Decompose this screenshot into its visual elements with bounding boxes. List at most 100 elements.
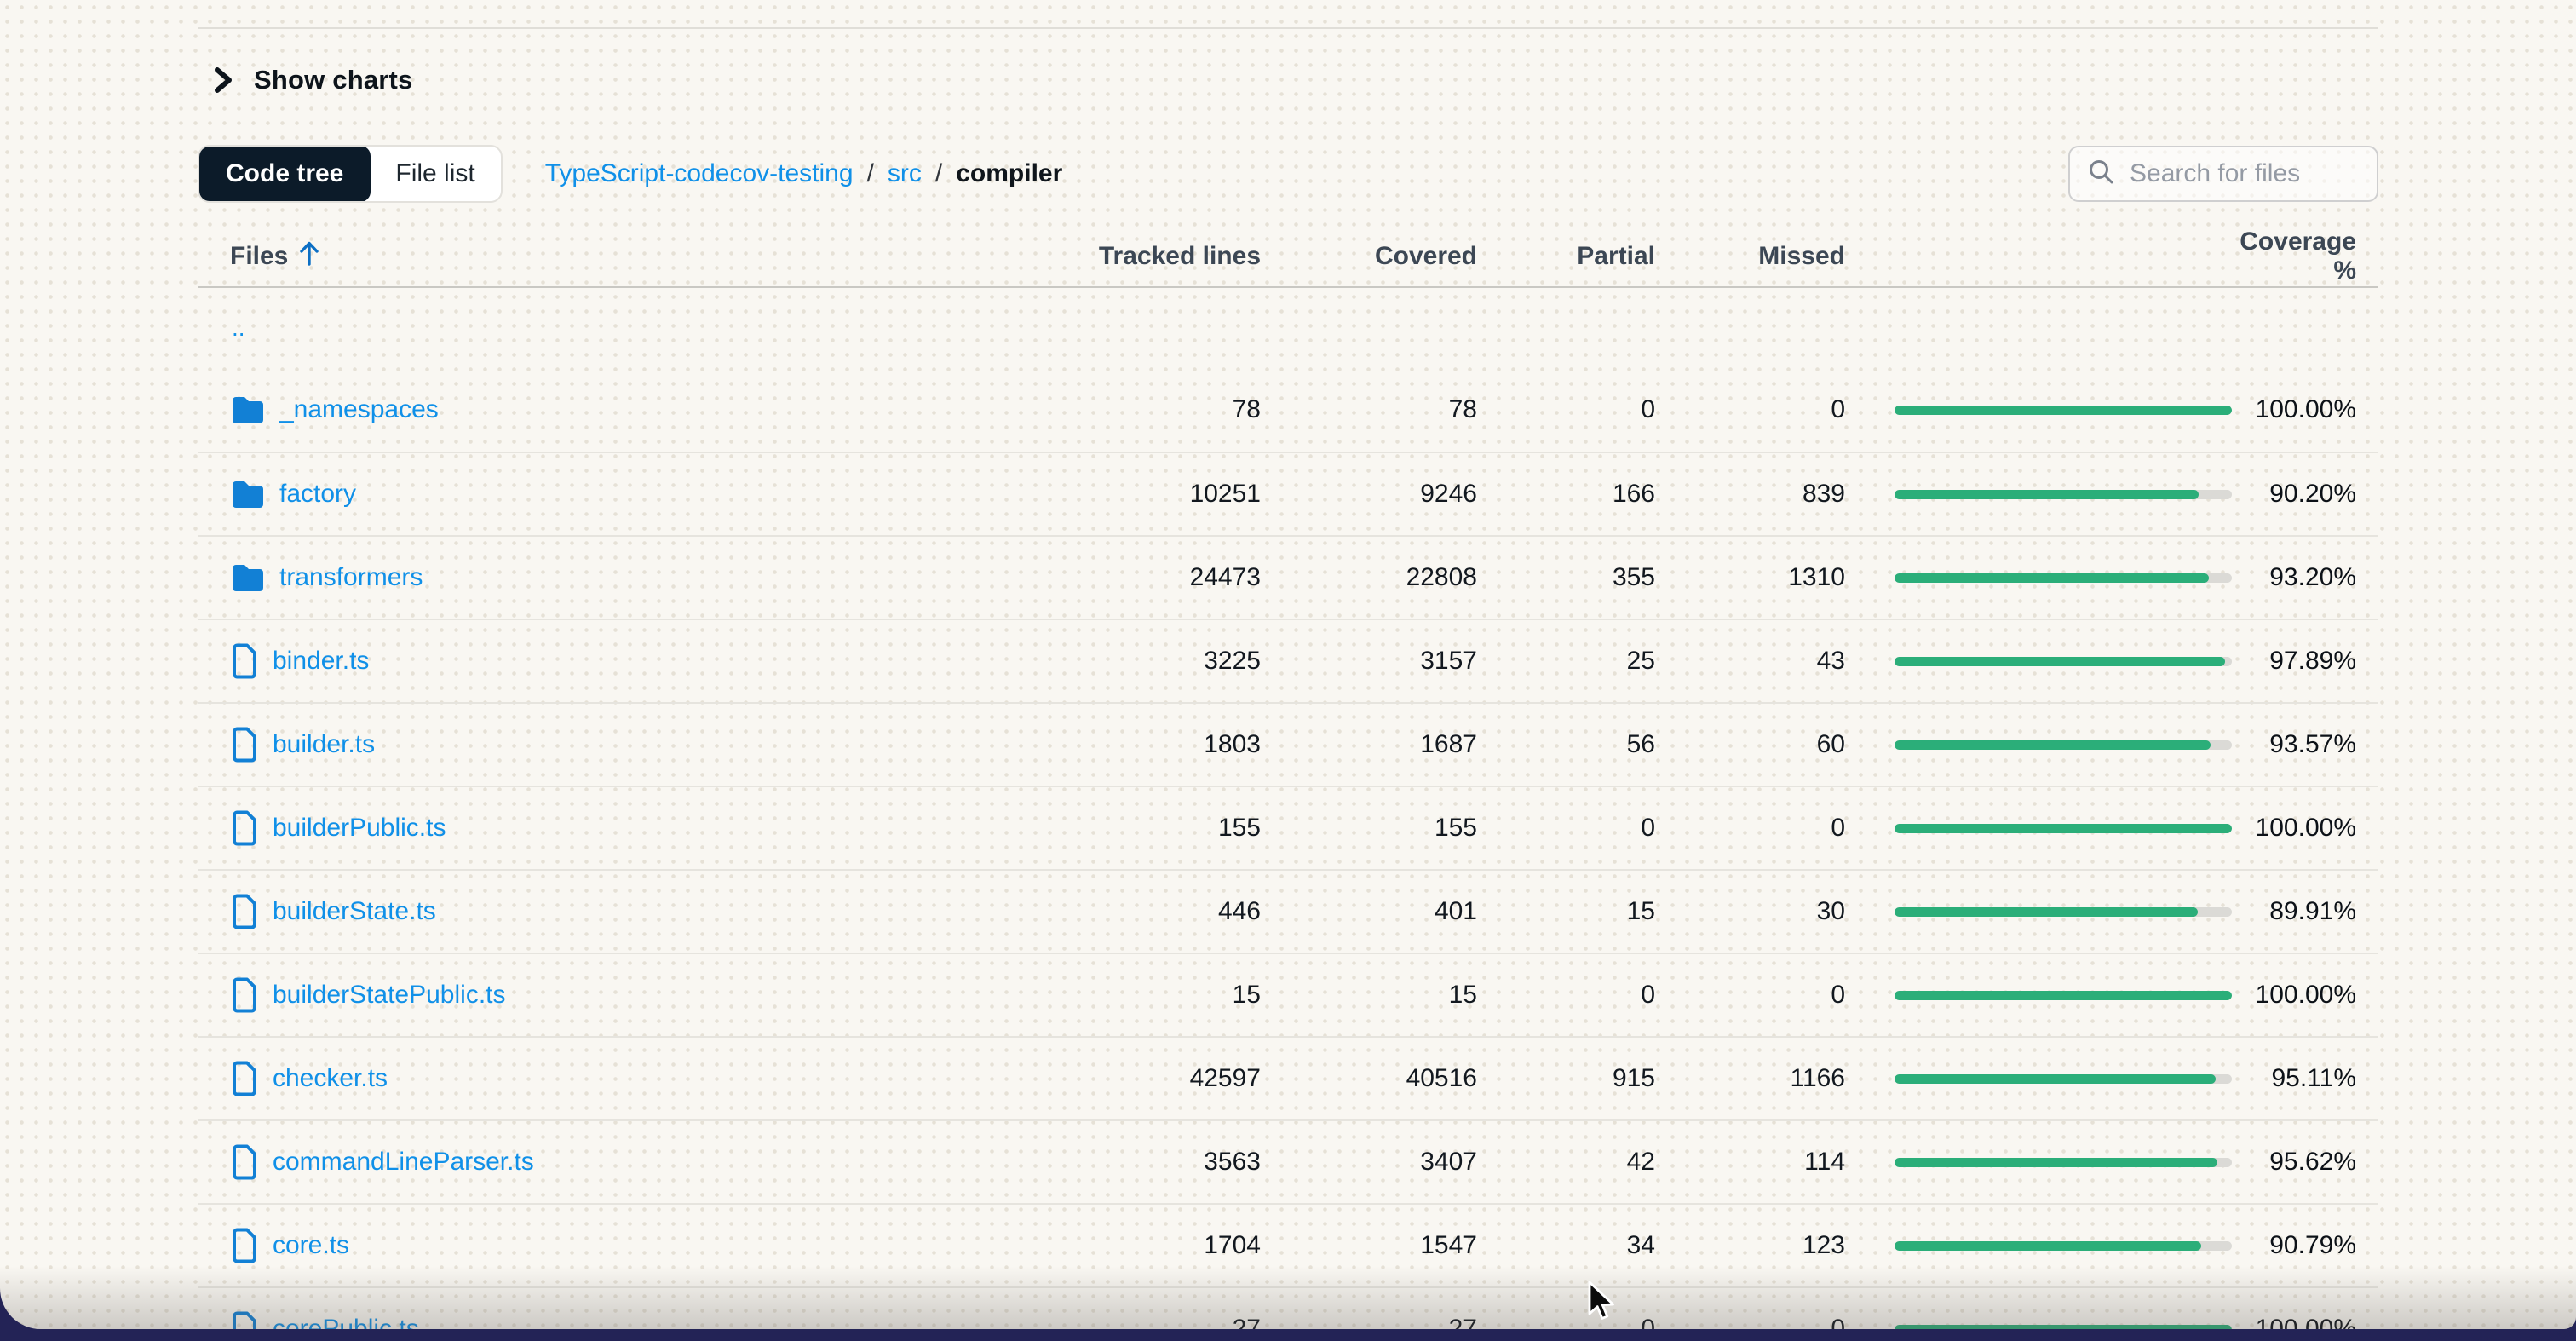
missed-column-header: Missed — [1655, 242, 1845, 271]
search-input[interactable] — [2130, 159, 2360, 188]
missed-value: 114 — [1655, 1148, 1845, 1177]
coverage-bar-fill — [1895, 1158, 2217, 1167]
coverage-percent-value: 93.20% — [2232, 563, 2378, 592]
covered-value: 15 — [1261, 981, 1477, 1010]
missed-value: 1310 — [1655, 563, 1845, 592]
tab-code-tree[interactable]: Code tree — [198, 146, 371, 202]
covered-value: 40516 — [1261, 1064, 1477, 1093]
show-charts-toggle[interactable]: Show charts — [211, 65, 413, 95]
table-row: transformers 24473 22808 355 1310 93.20% — [198, 535, 2378, 619]
search-box[interactable] — [2068, 146, 2378, 202]
file-name-link[interactable]: transformers — [279, 563, 423, 592]
file-name-link[interactable]: core.ts — [273, 1231, 349, 1260]
table-row: builderStatePublic.ts 15 15 0 0 100.00% — [198, 953, 2378, 1036]
partial-value: 25 — [1477, 647, 1655, 676]
table-row: core.ts 1704 1547 34 123 90.79% — [198, 1203, 2378, 1286]
coverage-bar-fill — [1895, 1241, 2201, 1251]
files-column-header: Files — [230, 242, 288, 271]
coverage-bar-track — [1895, 907, 2232, 917]
table-body: _namespaces 78 78 0 0 100.00% factory — [198, 368, 2378, 1329]
breadcrumb-current: compiler — [956, 159, 1062, 188]
coverage-bar-fill — [1895, 740, 2211, 750]
file-name-link[interactable]: builderState.ts — [273, 897, 436, 926]
table-row: commandLineParser.ts 3563 3407 42 114 95… — [198, 1119, 2378, 1203]
coverage-page: Show charts Code tree File list TypeScri… — [0, 0, 2576, 1329]
coverage-bar-track — [1895, 406, 2232, 415]
partial-value: 0 — [1477, 814, 1655, 843]
tracked-lines-value: 15 — [1005, 981, 1261, 1010]
breadcrumb-repo-link[interactable]: TypeScript-codecov-testing — [545, 159, 854, 188]
covered-value: 27 — [1261, 1315, 1477, 1329]
missed-value: 0 — [1655, 814, 1845, 843]
coverage-percent-value: 95.11% — [2232, 1064, 2378, 1093]
file-name-link[interactable]: checker.ts — [273, 1064, 388, 1093]
partial-value: 0 — [1477, 981, 1655, 1010]
partial-value: 0 — [1477, 1315, 1655, 1329]
parent-directory-row: .. — [198, 288, 2378, 368]
file-icon — [230, 977, 259, 1013]
coverage-bar-track — [1895, 824, 2232, 833]
table-row: _namespaces 78 78 0 0 100.00% — [198, 368, 2378, 452]
file-name-link[interactable]: builder.ts — [273, 730, 375, 759]
tracked-lines-value: 78 — [1005, 395, 1261, 424]
mouse-cursor — [1583, 1281, 1624, 1329]
partial-column-header: Partial — [1477, 242, 1655, 271]
breadcrumb-src-link[interactable]: src — [888, 159, 922, 188]
file-name-link[interactable]: commandLineParser.ts — [273, 1148, 534, 1177]
coverage-column-header: Coverage % — [2232, 227, 2378, 285]
file-name-link[interactable]: factory — [279, 480, 356, 509]
covered-value: 22808 — [1261, 563, 1477, 592]
breadcrumb-separator: / — [935, 159, 942, 188]
tracked-lines-value: 3225 — [1005, 647, 1261, 676]
covered-column-header: Covered — [1261, 242, 1477, 271]
coverage-bar-track — [1895, 573, 2232, 583]
table-row: binder.ts 3225 3157 25 43 97.89% — [198, 619, 2378, 702]
search-icon — [2087, 158, 2116, 191]
coverage-percent-value: 90.79% — [2232, 1231, 2378, 1260]
missed-value: 0 — [1655, 1315, 1845, 1329]
tracked-lines-value: 27 — [1005, 1315, 1261, 1329]
sort-ascending-icon — [298, 239, 320, 273]
tracked-lines-value: 10251 — [1005, 480, 1261, 509]
coverage-bar-fill — [1895, 1325, 2232, 1330]
breadcrumb: TypeScript-codecov-testing / src / compi… — [545, 159, 1063, 188]
tracked-lines-value: 24473 — [1005, 563, 1261, 592]
section-divider — [198, 27, 2378, 29]
covered-value: 155 — [1261, 814, 1477, 843]
covered-value: 3407 — [1261, 1148, 1477, 1177]
coverage-bar-fill — [1895, 573, 2209, 583]
file-name-link[interactable]: builderPublic.ts — [273, 814, 446, 843]
view-tab-group: Code tree File list — [198, 145, 503, 203]
tracked-column-header: Tracked lines — [1005, 242, 1261, 271]
partial-value: 166 — [1477, 480, 1655, 509]
file-name-link[interactable]: _namespaces — [279, 395, 439, 424]
folder-icon — [230, 479, 266, 509]
tab-file-list[interactable]: File list — [370, 147, 500, 201]
folder-icon — [230, 562, 266, 593]
file-name-link[interactable]: binder.ts — [273, 647, 369, 676]
coverage-bar-fill — [1895, 490, 2199, 499]
parent-directory-link[interactable]: .. — [198, 314, 245, 341]
table-row: builderPublic.ts 155 155 0 0 100.00% — [198, 786, 2378, 869]
coverage-percent-value: 100.00% — [2232, 1315, 2378, 1329]
tracked-lines-value: 1704 — [1005, 1231, 1261, 1260]
missed-value: 123 — [1655, 1231, 1845, 1260]
sort-by-files[interactable]: Files — [198, 239, 320, 273]
missed-value: 60 — [1655, 730, 1845, 759]
missed-value: 43 — [1655, 647, 1845, 676]
breadcrumb-separator: / — [867, 159, 874, 188]
tracked-lines-value: 3563 — [1005, 1148, 1261, 1177]
table-row: factory 10251 9246 166 839 90.20% — [198, 452, 2378, 535]
file-icon — [230, 1311, 259, 1329]
coverage-percent-value: 93.57% — [2232, 730, 2378, 759]
coverage-bar-track — [1895, 490, 2232, 499]
tracked-lines-value: 155 — [1005, 814, 1261, 843]
chevron-right-icon — [211, 66, 235, 95]
file-name-link[interactable]: corePublic.ts — [273, 1315, 419, 1329]
covered-value: 1547 — [1261, 1231, 1477, 1260]
coverage-percent-value: 97.89% — [2232, 647, 2378, 676]
partial-value: 0 — [1477, 395, 1655, 424]
missed-value: 30 — [1655, 897, 1845, 926]
coverage-percent-value: 90.20% — [2232, 480, 2378, 509]
file-name-link[interactable]: builderStatePublic.ts — [273, 981, 506, 1010]
